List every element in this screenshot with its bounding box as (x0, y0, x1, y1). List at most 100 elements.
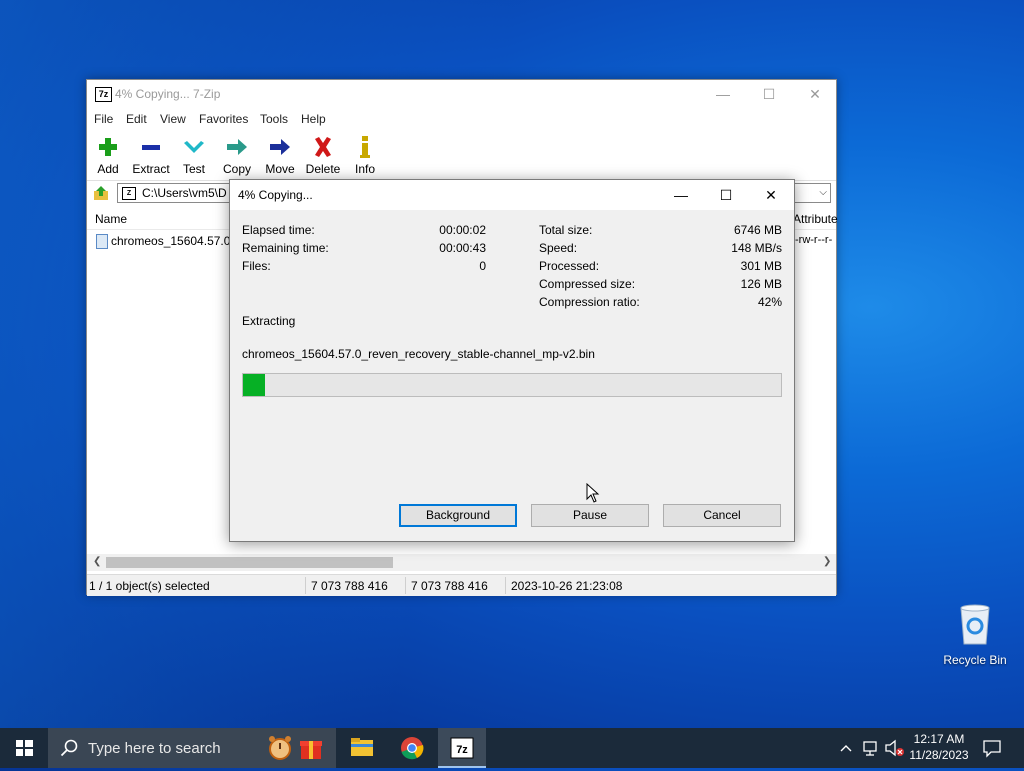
status-divider (505, 577, 506, 594)
network-icon[interactable] (862, 739, 880, 757)
status-modified: 2023-10-26 21:23:08 (511, 579, 623, 593)
extract-button[interactable]: Extract (132, 134, 170, 176)
compression-ratio-label: Compression ratio: (539, 295, 640, 309)
compression-ratio-value: 42% (757, 295, 782, 309)
status-size: 7 073 788 416 (311, 579, 388, 593)
delete-label: Delete (305, 162, 341, 176)
add-label: Add (97, 162, 119, 176)
taskbar-7zip[interactable]: 7z (438, 728, 486, 768)
checkmark-icon (184, 141, 204, 153)
toolbar: Add Extract Test Copy Move Delete Info (87, 130, 836, 181)
taskbar-file-explorer[interactable] (338, 728, 386, 768)
extract-label: Extract (132, 162, 170, 176)
start-button[interactable] (0, 728, 48, 768)
status-selected: 1 / 1 object(s) selected (89, 579, 210, 593)
menu-bar: File Edit View Favorites Tools Help (87, 109, 836, 129)
recycle-bin-shortcut[interactable]: Recycle Bin (940, 602, 1010, 667)
menu-view[interactable]: View (160, 112, 186, 126)
menu-edit[interactable]: Edit (126, 112, 147, 126)
status-packed: 7 073 788 416 (411, 579, 488, 593)
main-close-button[interactable]: ✕ (792, 80, 838, 109)
gift-icon (300, 741, 322, 759)
folder-up-icon[interactable] (93, 185, 109, 201)
dialog-title: 4% Copying... (238, 188, 313, 202)
delete-x-icon (315, 137, 331, 157)
file-attributes: -rw-r--r- (795, 234, 833, 246)
horizontal-scrollbar[interactable]: ❮ ❯ (87, 554, 836, 571)
taskbar-chrome[interactable] (388, 728, 436, 768)
status-divider (405, 577, 406, 594)
elapsed-time-label: Elapsed time: (242, 223, 315, 237)
7zip-path-icon: Z (122, 187, 136, 200)
recycle-bin-icon (960, 604, 990, 645)
total-size-value: 6746 MB (733, 223, 782, 237)
7zip-icon: 7z (450, 737, 474, 759)
taskbar-clock[interactable]: 12:17 AM 11/28/2023 (900, 731, 978, 763)
scroll-right-icon[interactable]: ❯ (823, 556, 831, 567)
status-bar: 1 / 1 object(s) selected 7 073 788 416 7… (87, 574, 836, 596)
column-attributes[interactable]: Attribute (793, 212, 838, 226)
progress-fill (243, 374, 265, 396)
remaining-time-label: Remaining time: (242, 241, 329, 255)
move-button[interactable]: Move (264, 134, 296, 176)
svg-text:7z: 7z (456, 744, 468, 756)
main-minimize-button[interactable]: — (700, 80, 746, 109)
info-button[interactable]: Info (353, 134, 377, 176)
pause-button[interactable]: Pause (531, 504, 649, 527)
menu-favorites[interactable]: Favorites (199, 112, 248, 126)
minus-icon (142, 145, 160, 150)
column-name[interactable]: Name (95, 212, 127, 226)
7zip-app-icon: 7z (95, 87, 112, 102)
main-window-title: 4% Copying... 7-Zip (115, 87, 221, 101)
folder-icon (351, 738, 373, 756)
clock-time: 12:17 AM (913, 732, 965, 746)
compressed-size-value: 126 MB (740, 277, 782, 291)
notification-icon[interactable] (982, 738, 1002, 758)
cancel-button[interactable]: Cancel (663, 504, 781, 527)
search-icon (60, 739, 78, 757)
taskbar-search-box[interactable]: Type here to search (48, 728, 336, 768)
menu-help[interactable]: Help (301, 112, 326, 126)
plus-icon (99, 138, 117, 156)
processed-label: Processed: (539, 259, 600, 273)
chevron-down-icon[interactable]: ⌵ (819, 184, 827, 202)
file-icon (96, 234, 108, 249)
compressed-size-label: Compressed size: (539, 277, 636, 291)
speed-value: 148 MB/s (731, 241, 782, 255)
current-file-name: chromeos_15604.57.0_reven_recovery_stabl… (242, 347, 595, 361)
total-size-label: Total size: (539, 223, 593, 237)
scroll-thumb[interactable] (106, 557, 393, 568)
dialog-titlebar[interactable]: 4% Copying... — ☐ ✕ (230, 180, 794, 210)
delete-button[interactable]: Delete (305, 134, 341, 176)
info-icon (360, 136, 370, 158)
add-button[interactable]: Add (96, 134, 120, 176)
alarm-clock-icon (269, 736, 291, 760)
operation-label: Extracting (242, 314, 296, 328)
main-maximize-button[interactable]: ☐ (746, 80, 792, 109)
dialog-minimize-button[interactable]: — (658, 180, 704, 210)
clock-date: 11/28/2023 (909, 748, 969, 762)
copy-label: Copy (223, 162, 252, 176)
speed-label: Speed: (539, 241, 578, 255)
move-label: Move (265, 162, 295, 176)
copy-arrow-icon (227, 139, 247, 155)
status-divider (305, 577, 306, 594)
chevron-up-icon[interactable] (838, 740, 854, 756)
background-button[interactable]: Background (399, 504, 517, 527)
copying-dialog: 4% Copying... — ☐ ✕ Elapsed time: 00:00:… (229, 179, 795, 542)
test-button[interactable]: Test (182, 134, 206, 176)
copy-button[interactable]: Copy (223, 134, 251, 176)
files-label: Files: (242, 259, 271, 273)
dialog-maximize-button[interactable]: ☐ (703, 180, 749, 210)
search-placeholder: Type here to search (88, 740, 221, 757)
scroll-left-icon[interactable]: ❮ (93, 556, 101, 567)
main-titlebar[interactable]: 7z 4% Copying... 7-Zip — ☐ ✕ (87, 80, 836, 109)
taskbar: Type here to search 7z 12:17 AM 11/28/20… (0, 728, 1024, 768)
file-name: chromeos_15604.57.0_ (111, 234, 238, 248)
dialog-close-button[interactable]: ✕ (748, 180, 794, 210)
processed-value: 301 MB (740, 259, 782, 273)
files-value: 0 (479, 259, 486, 273)
menu-tools[interactable]: Tools (260, 112, 288, 126)
menu-file[interactable]: File (94, 112, 113, 126)
info-label: Info (354, 162, 375, 176)
